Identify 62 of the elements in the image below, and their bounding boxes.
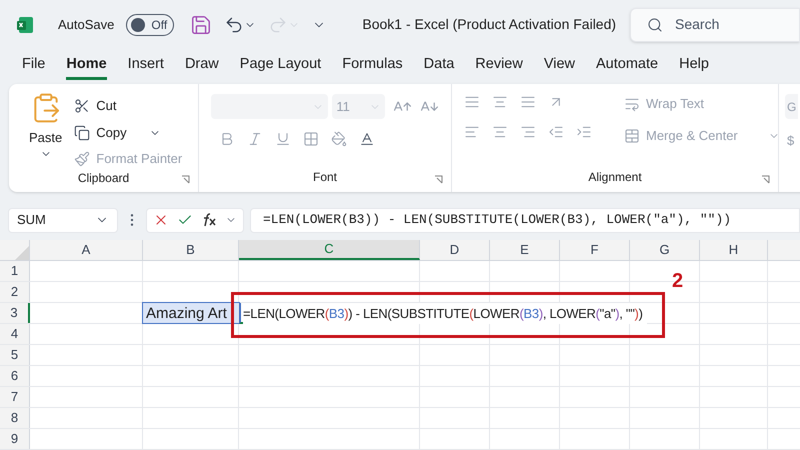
function-icon[interactable] <box>201 213 217 228</box>
select-all-icon[interactable] <box>15 246 29 260</box>
row-header[interactable]: 5 <box>0 345 30 366</box>
save-icon[interactable] <box>190 14 212 36</box>
merge-cells-icon[interactable] <box>624 128 640 144</box>
ribbon-tab[interactable]: Data <box>424 54 454 80</box>
excel-logo-icon <box>16 16 34 34</box>
formula-input[interactable]: =LEN(LOWER(B3)) - LEN(SUBSTITUTE(LOWER(B3), LOWER("a"), "")) <box>250 208 800 233</box>
row-header[interactable]: 4 <box>0 324 30 344</box>
dialog-launcher-icon[interactable] <box>761 175 770 184</box>
ribbon-tab[interactable]: Automate <box>596 54 658 80</box>
font-name-field[interactable] <box>211 94 328 120</box>
row-header[interactable]: 9 <box>0 429 30 450</box>
row-header[interactable]: 6 <box>0 366 30 386</box>
dialog-launcher-icon[interactable] <box>181 175 190 184</box>
row-header[interactable]: 7 <box>0 387 30 408</box>
group-label: Clipboard <box>78 170 130 187</box>
font-color-icon[interactable] <box>359 131 375 148</box>
row-header[interactable]: 8 <box>0 408 30 428</box>
column-header[interactable]: E <box>490 240 560 260</box>
autosave-toggle[interactable]: Off <box>126 14 174 36</box>
ribbon-tab[interactable]: Insert <box>128 54 164 80</box>
autosave-label: AutoSave <box>58 16 114 34</box>
paste-button[interactable]: Paste <box>29 92 62 169</box>
borders-icon[interactable] <box>303 131 319 148</box>
column-header[interactable]: G <box>630 240 700 260</box>
copy-icon[interactable] <box>74 124 90 141</box>
ribbon-tab[interactable]: Help <box>679 54 709 80</box>
cell-formula[interactable]: =LEN(LOWER(B3)) - LEN(SUBSTITUTE(LOWER(B3), LOWER("a"), "")) <box>243 303 647 324</box>
fill-color-icon[interactable] <box>331 131 347 148</box>
name-box[interactable]: SUM <box>8 208 118 233</box>
search-field[interactable]: Search <box>675 14 775 36</box>
cut-button[interactable]: Cut <box>74 96 182 116</box>
ribbon-tab[interactable]: Draw <box>184 54 219 80</box>
window-title: Book1 - Excel (Product Activation Failed) <box>362 15 616 34</box>
scissors-icon[interactable] <box>74 98 90 114</box>
group-label: Font <box>312 169 337 186</box>
column-header[interactable]: C <box>239 240 420 260</box>
column-header[interactable]: A <box>30 240 143 260</box>
ribbon-tab[interactable]: Formulas <box>342 54 403 80</box>
row-header[interactable]: 2 <box>0 282 30 302</box>
italic-icon[interactable] <box>247 131 263 148</box>
search-box[interactable]: Search <box>630 8 800 42</box>
wrap-text-icon[interactable] <box>624 96 640 112</box>
copy-button[interactable]: Copy <box>74 122 182 142</box>
row-header[interactable]: 3 <box>0 303 30 324</box>
step-number: 2 <box>672 269 684 294</box>
ribbon-tab[interactable]: View <box>544 54 576 80</box>
column-header[interactable]: H <box>700 240 768 260</box>
ribbon-tab[interactable]: Home <box>66 54 107 80</box>
ribbon-tab[interactable]: File <box>22 54 46 80</box>
search-icon[interactable] <box>647 16 663 33</box>
column-header[interactable]: D <box>420 240 490 260</box>
column-header[interactable]: F <box>560 240 630 260</box>
ribbon-tab[interactable]: Review <box>475 54 523 80</box>
row-header[interactable]: 1 <box>0 261 30 282</box>
undo-icon[interactable] <box>224 14 244 35</box>
group-label: Alignment <box>588 169 642 186</box>
dialog-launcher-icon[interactable] <box>434 175 443 184</box>
ribbon-tab[interactable]: Page Layout <box>240 54 322 80</box>
cell-text: Amazing Art <box>146 304 227 324</box>
underline-icon[interactable] <box>275 131 291 148</box>
